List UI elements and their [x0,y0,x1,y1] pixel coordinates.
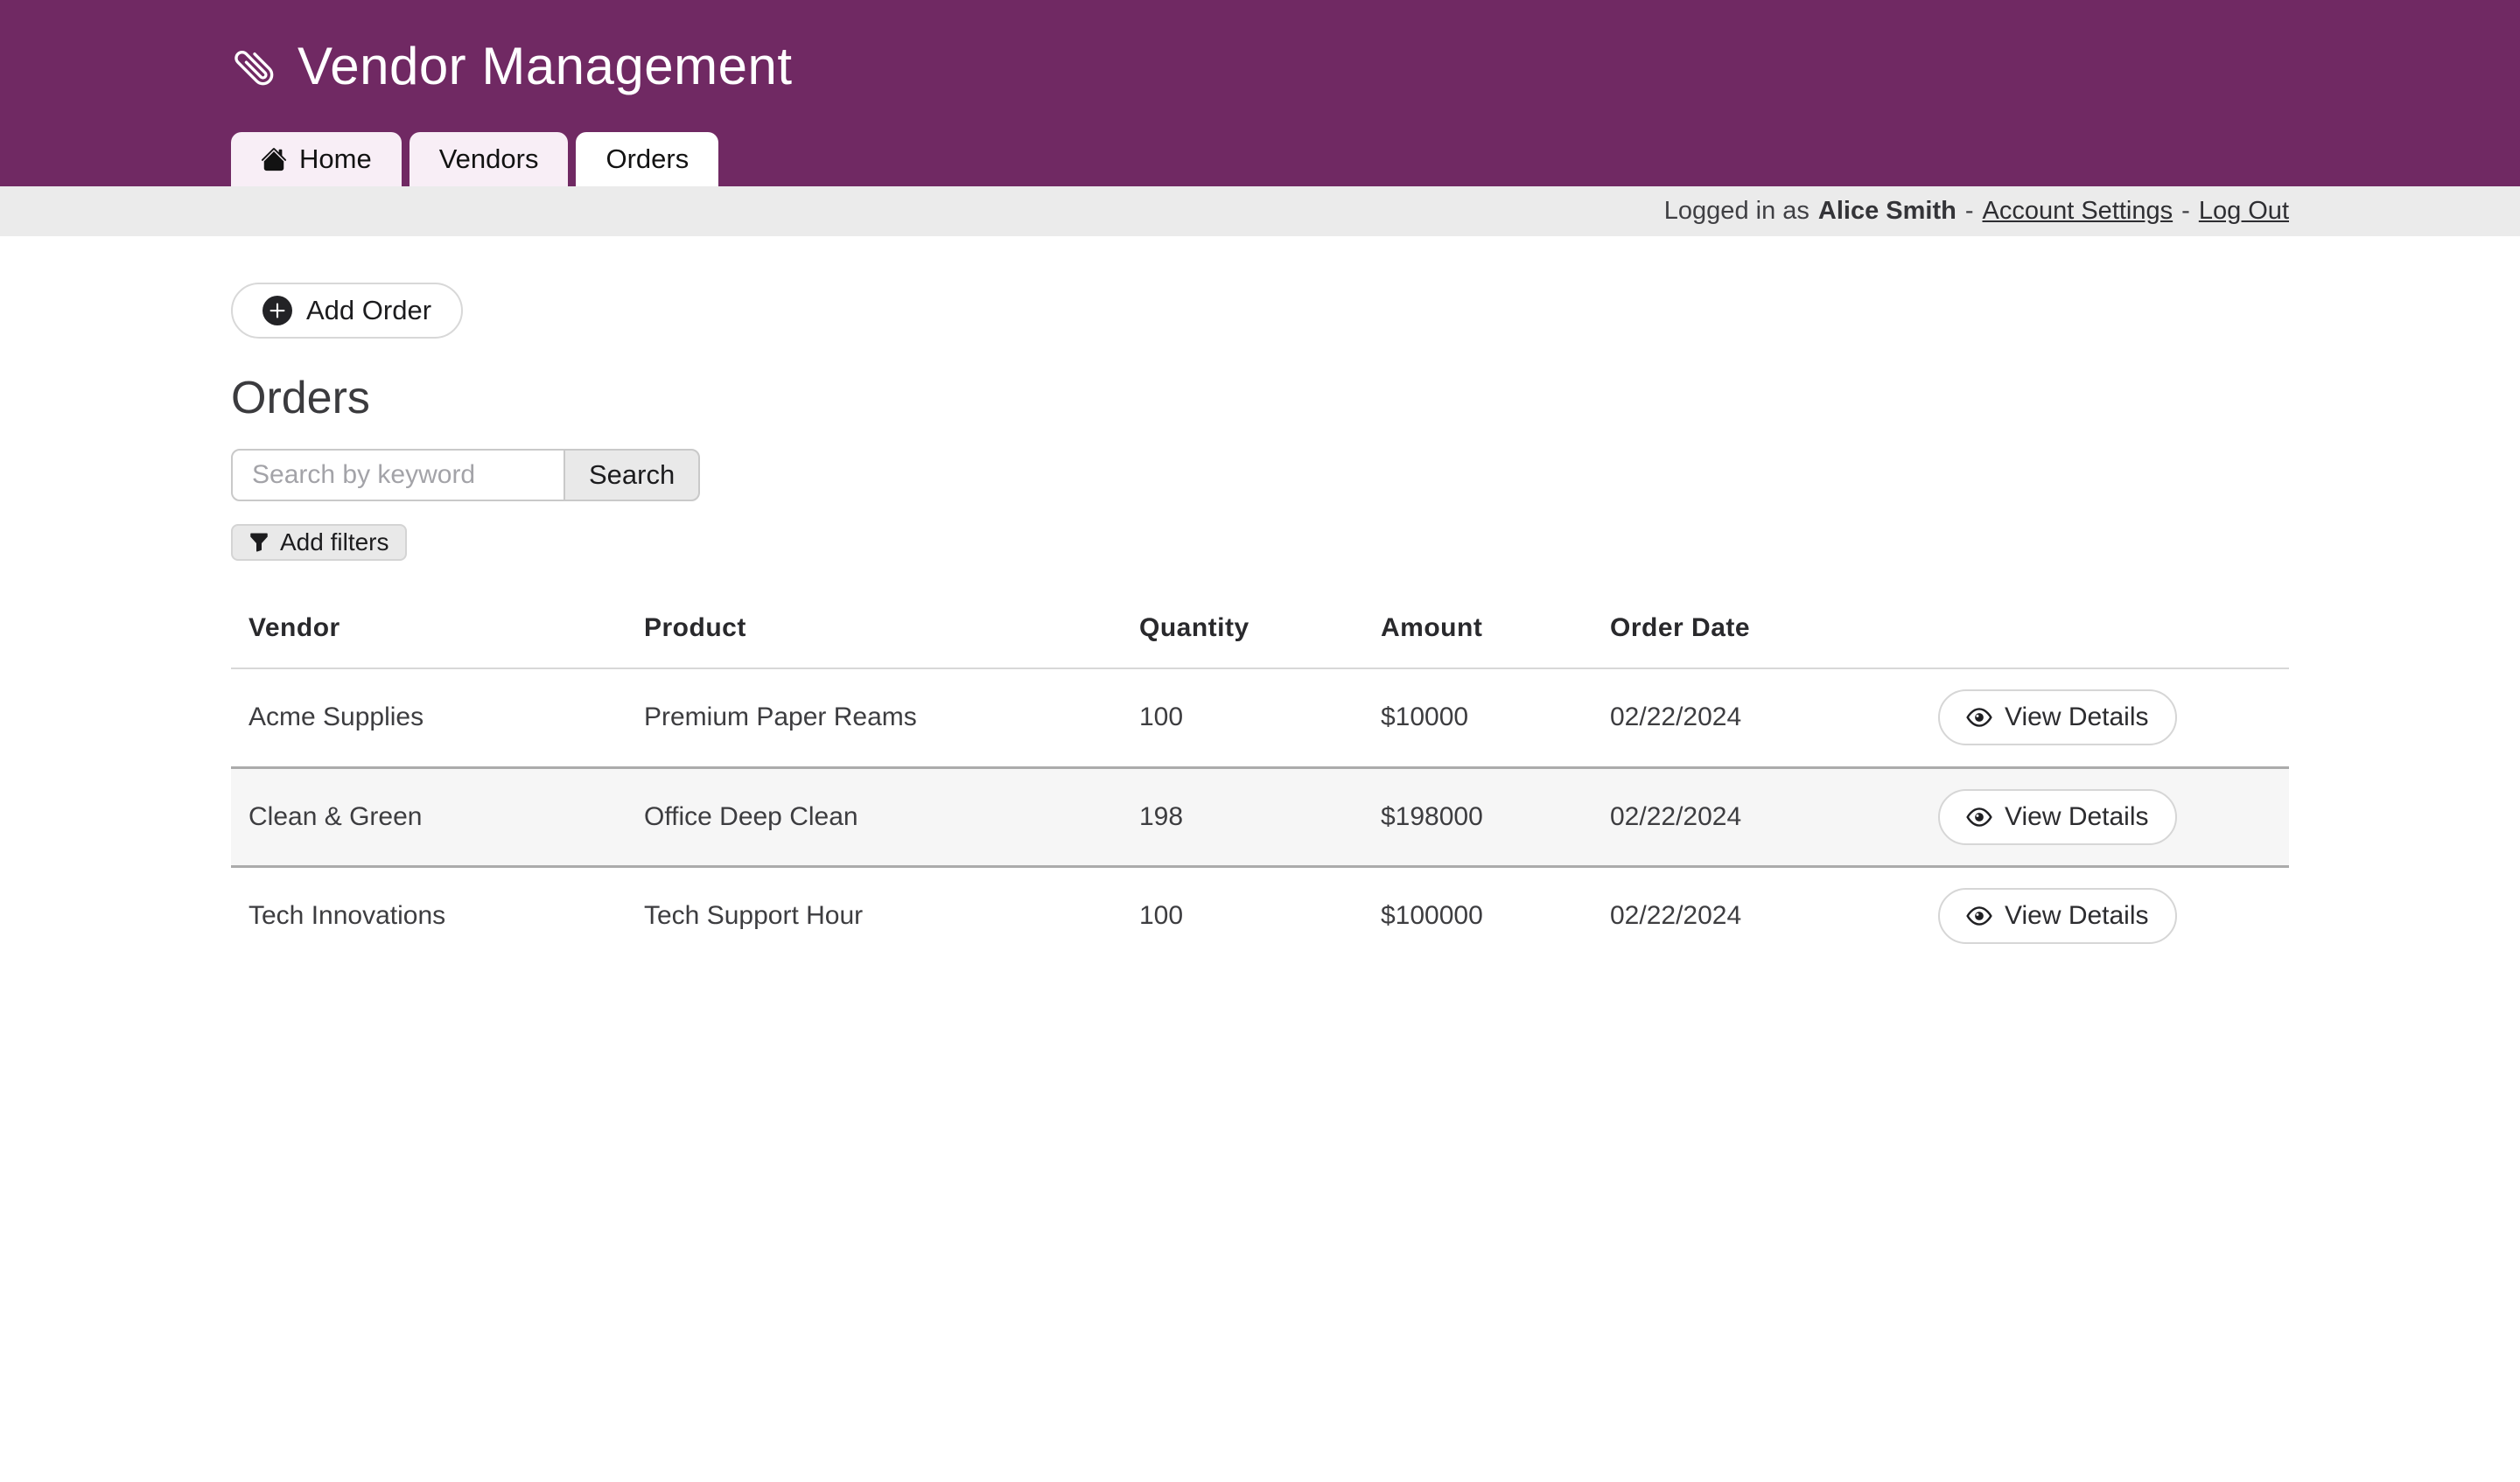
main-nav: Home Vendors Orders [231,132,2289,186]
view-details-label: View Details [2005,703,2149,732]
table-row: Tech Innovations Tech Support Hour 100 $… [231,866,2289,965]
view-details-button[interactable]: View Details [1938,789,2177,845]
add-filters-label: Add filters [280,528,389,556]
log-out-link[interactable]: Log Out [2199,197,2289,226]
col-header-vendor: Vendor [231,596,626,668]
cell-quantity: 100 [1122,866,1363,965]
cell-order-date: 02/22/2024 [1592,668,1921,767]
add-order-label: Add Order [306,295,431,326]
cell-amount: $10000 [1363,668,1592,767]
house-icon [261,146,287,172]
cell-amount: $100000 [1363,866,1592,965]
add-filters-button[interactable]: Add filters [231,524,407,561]
eye-icon [1966,804,1992,830]
cell-vendor: Tech Innovations [231,866,626,965]
cell-amount: $198000 [1363,767,1592,866]
app-header: Vendor Management Home Vendors Orders [0,0,2520,186]
add-order-button[interactable]: Add Order [231,283,463,339]
tab-orders[interactable]: Orders [576,132,718,186]
tab-vendors-label: Vendors [439,143,539,175]
view-details-button[interactable]: View Details [1938,888,2177,944]
cell-product: Premium Paper Reams [626,668,1122,767]
col-header-product: Product [626,596,1122,668]
cell-actions: View Details [1921,866,2289,965]
search-input[interactable] [231,449,565,501]
user-bar: Logged in as Alice Smith - Account Setti… [0,186,2520,236]
view-details-label: View Details [2005,901,2149,931]
col-header-actions [1921,596,2289,668]
cell-product: Office Deep Clean [626,767,1122,866]
orders-table: Vendor Product Quantity Amount Order Dat… [231,596,2289,965]
logged-in-username: Alice Smith [1818,197,1956,226]
cell-order-date: 02/22/2024 [1592,767,1921,866]
cell-order-date: 02/22/2024 [1592,866,1921,965]
col-header-quantity: Quantity [1122,596,1363,668]
app-title: Vendor Management [298,36,793,96]
separator: - [2181,197,2190,226]
col-header-order-date: Order Date [1592,596,1921,668]
tab-orders-label: Orders [606,143,689,175]
cell-vendor: Acme Supplies [231,668,626,767]
table-row: Acme Supplies Premium Paper Reams 100 $1… [231,668,2289,767]
eye-icon [1966,704,1992,731]
logged-in-prefix: Logged in as [1664,197,1810,226]
main-content: Add Order Orders Search Add filters Vend… [231,236,2289,965]
search-button[interactable]: Search [564,449,700,501]
view-details-label: View Details [2005,802,2149,832]
cell-vendor: Clean & Green [231,767,626,866]
tab-vendors[interactable]: Vendors [410,132,569,186]
tab-home-label: Home [299,143,372,175]
brand: Vendor Management [231,0,2289,132]
cell-quantity: 100 [1122,668,1363,767]
search-bar: Search [231,449,2289,501]
tab-home[interactable]: Home [231,132,402,186]
paperclip-icon [221,32,288,99]
view-details-button[interactable]: View Details [1938,689,2177,745]
table-row: Clean & Green Office Deep Clean 198 $198… [231,767,2289,866]
account-settings-link[interactable]: Account Settings [1983,197,2174,226]
col-header-amount: Amount [1363,596,1592,668]
separator: - [1965,197,1974,226]
cell-actions: View Details [1921,668,2289,767]
orders-table-header: Vendor Product Quantity Amount Order Dat… [231,596,2289,668]
plus-circle-icon [262,296,292,325]
cell-quantity: 198 [1122,767,1363,866]
page-title: Orders [231,372,2289,424]
eye-icon [1966,903,1992,929]
funnel-icon [248,532,270,553]
cell-product: Tech Support Hour [626,866,1122,965]
cell-actions: View Details [1921,767,2289,866]
